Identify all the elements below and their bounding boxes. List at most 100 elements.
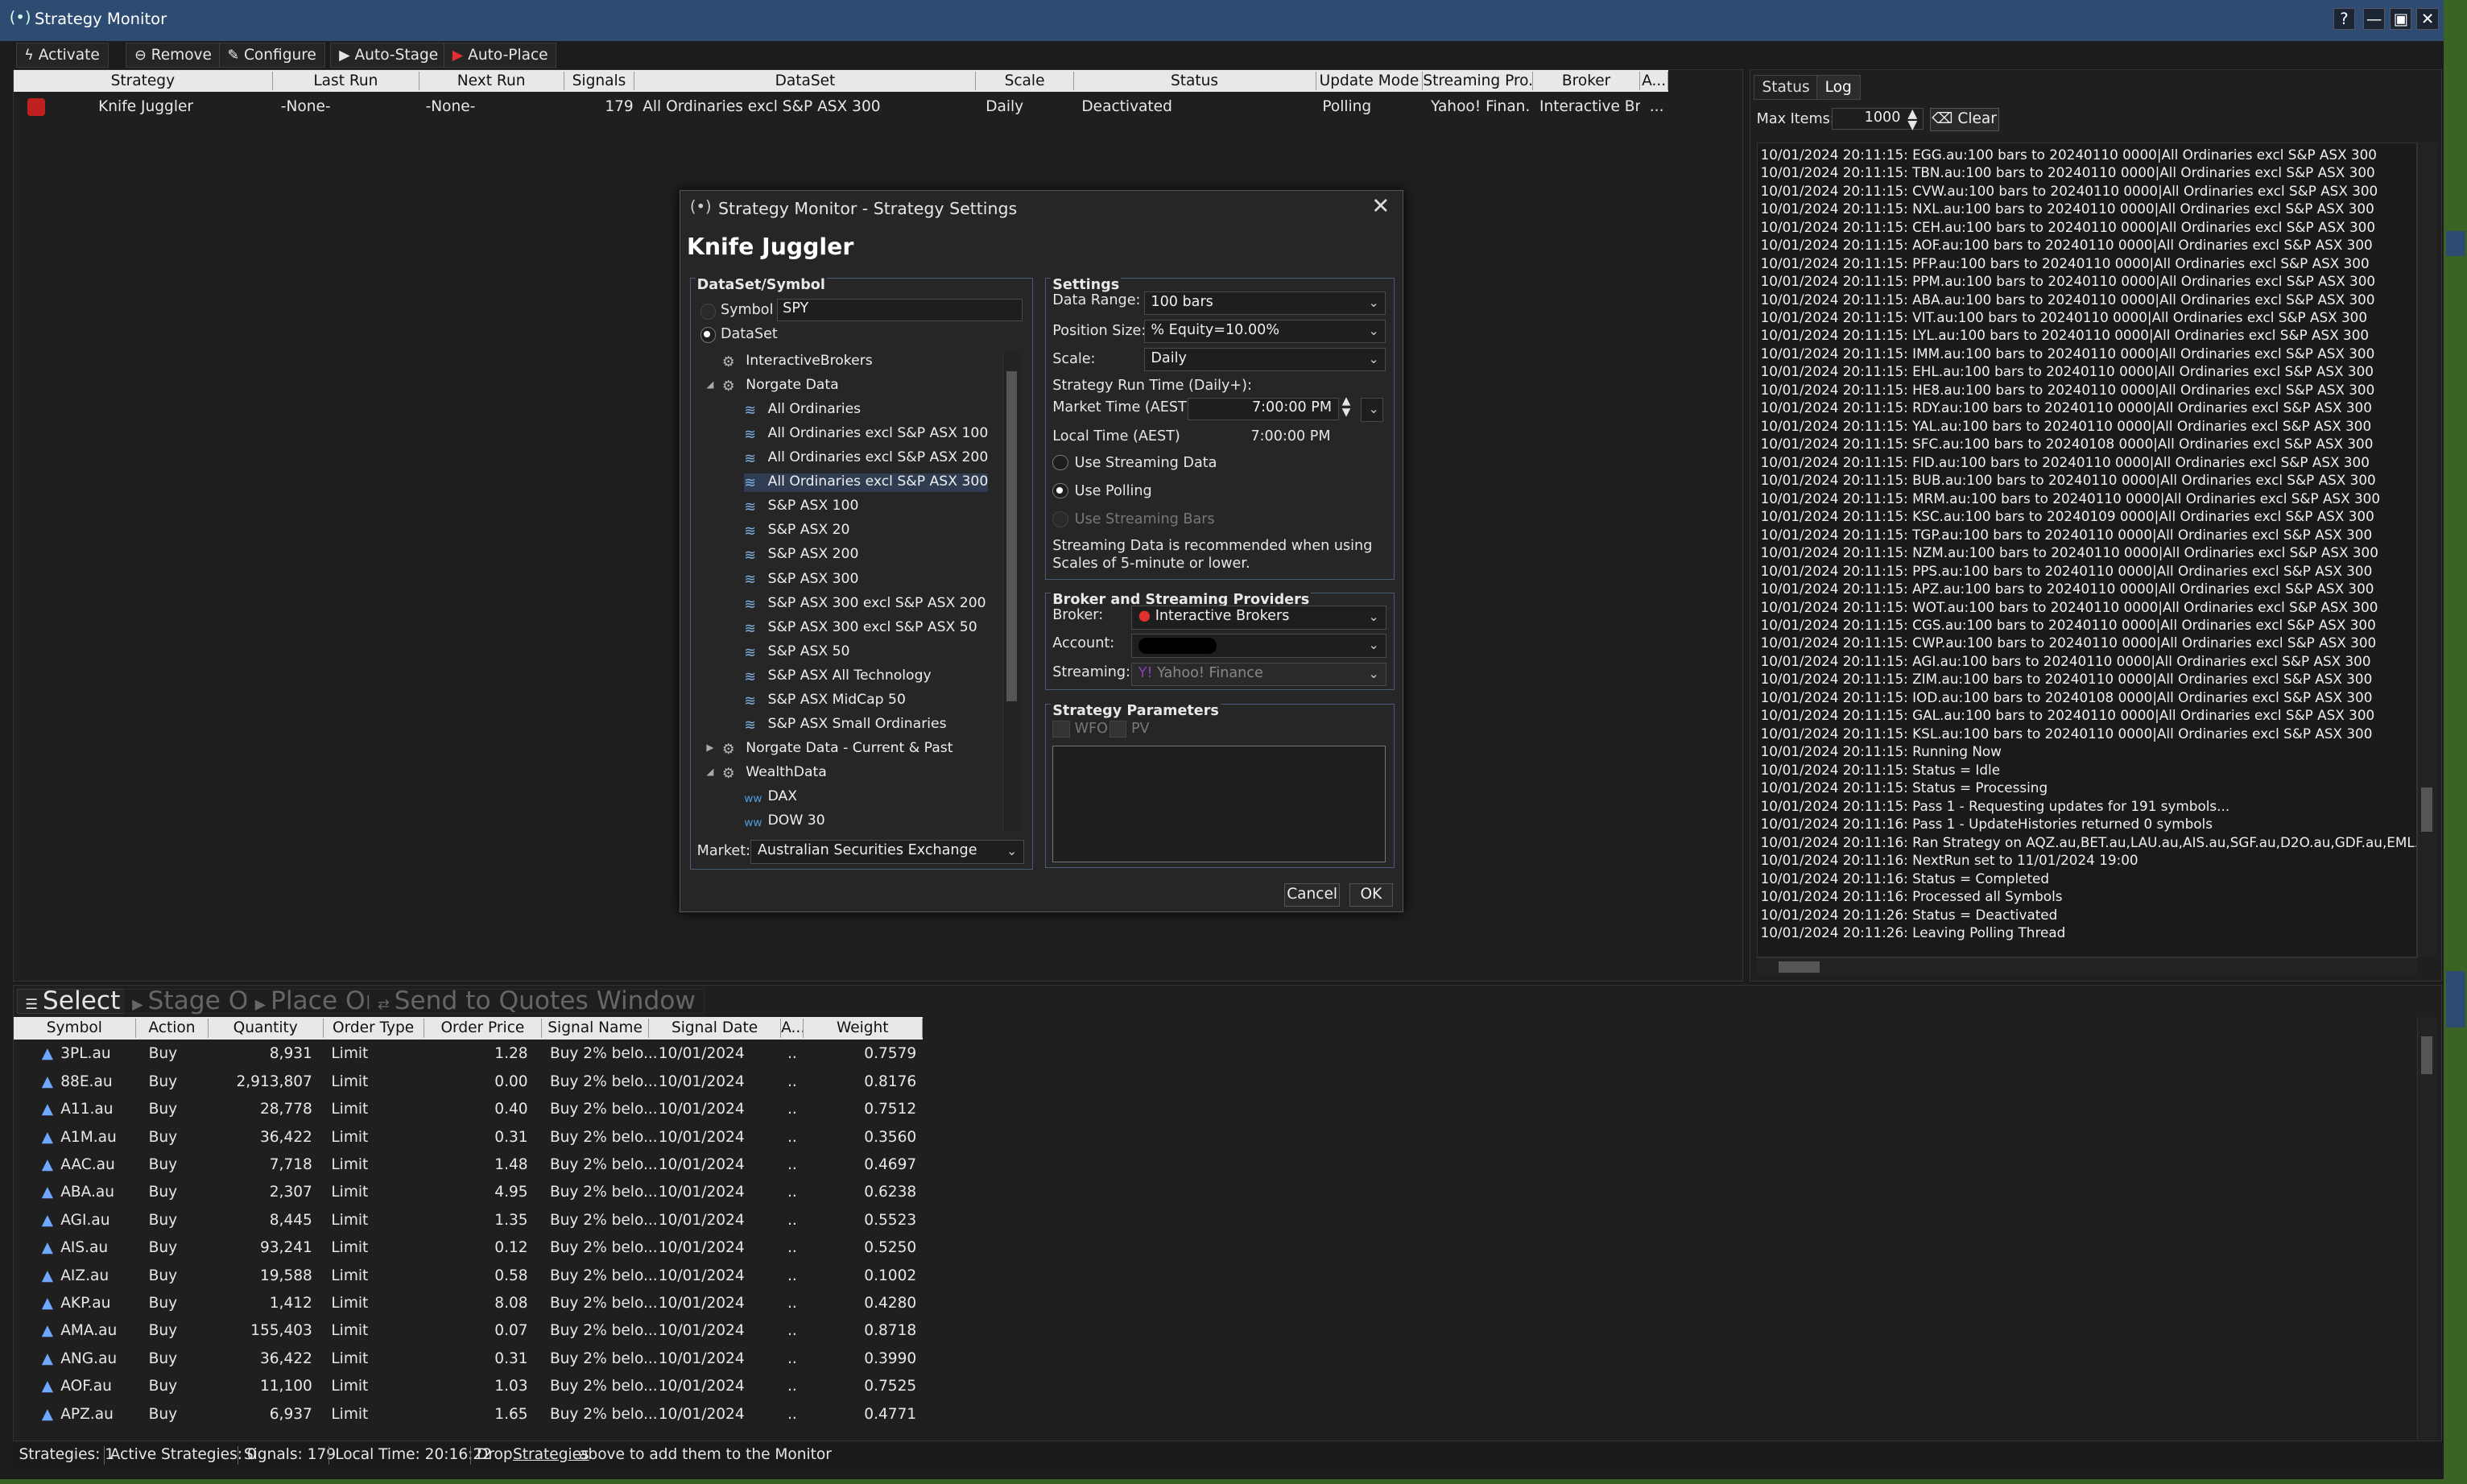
col-signals[interactable]: Signals <box>564 71 635 91</box>
table-row[interactable]: ▲ APZ.au Buy 6,937 Limit 1.65 Buy 2% belo... 10… <box>14 1403 2405 1429</box>
tree-item[interactable]: ≋ S&P ASX Small Ordinaries <box>744 716 946 734</box>
wfo-checkbox[interactable] <box>1052 720 1070 738</box>
table-row[interactable]: ▲ AKP.au Buy 1,412 Limit 8.08 Buy 2% belo... 10… <box>14 1292 2405 1318</box>
col-broker[interactable]: Broker <box>1533 71 1641 91</box>
close-button[interactable]: ✕ <box>2416 7 2439 31</box>
remove-button[interactable]: ⊖ Remove <box>126 42 221 68</box>
expand-icon[interactable]: ▶ <box>706 742 713 753</box>
collapse-icon[interactable]: ◢ <box>706 378 713 390</box>
parameters-box[interactable] <box>1052 746 1386 862</box>
col-signal-date[interactable]: Signal Date <box>649 1019 782 1038</box>
tree-item[interactable]: ww DOW 30 <box>744 812 824 831</box>
use-streaming-bars-radio[interactable] <box>1052 511 1068 527</box>
table-row[interactable]: ▲ AMA.au Buy 155,403 Limit 0.07 Buy 2% belo...… <box>14 1319 2405 1346</box>
broker-select[interactable]: ● Interactive Brokers ⌄ <box>1130 606 1386 630</box>
symbol-input[interactable]: SPY <box>777 299 1023 321</box>
market-time-dropdown[interactable]: ⌄ <box>1361 398 1383 422</box>
col-action[interactable]: Action <box>136 1019 209 1038</box>
table-row[interactable]: ▲ A11.au Buy 28,778 Limit 0.40 Buy 2% belo... 1… <box>14 1097 2405 1124</box>
pv-checkbox[interactable] <box>1109 720 1127 738</box>
tree-item[interactable]: ◢ ⚙ Norgate Data <box>706 377 838 395</box>
tree-item[interactable]: ww DAX <box>744 788 797 807</box>
use-streaming-radio[interactable] <box>1052 454 1068 471</box>
col-signal-name[interactable]: Signal Name <box>542 1019 650 1038</box>
tree-item[interactable]: ▶ ⚙ Norgate Data - Current & Past <box>706 740 953 758</box>
tree-item[interactable]: ≋ S&P ASX All Technology <box>744 668 931 685</box>
log-list[interactable]: 10/01/2024 20:11:15: EGG.au:100 bars to … <box>1756 142 2418 958</box>
dataset-tree[interactable]: ⚙ InteractiveBrokers ◢ ⚙ Norgate Data ≋ All Or… <box>691 349 1034 834</box>
position-size-select[interactable]: % Equity=10.00% ⌄ <box>1143 319 1386 343</box>
strategy-row[interactable]: Knife Juggler -None- -None- 179 All Ordi… <box>14 95 1697 120</box>
auto-stage-button[interactable]: ▶ Auto-Stage <box>330 42 447 68</box>
log-horizontal-scrollbar[interactable] <box>1756 957 2418 977</box>
use-polling-radio[interactable] <box>1052 482 1068 499</box>
log-hscroll-thumb[interactable] <box>1779 961 1820 973</box>
col-next-run[interactable]: Next Run <box>419 71 564 91</box>
tree-item[interactable]: ≋ S&P ASX 20 <box>744 522 849 539</box>
tree-item[interactable]: ≋ S&P ASX MidCap 50 <box>744 692 906 709</box>
table-row[interactable]: ▲ A1M.au Buy 36,422 Limit 0.31 Buy 2% belo... 1… <box>14 1126 2405 1152</box>
table-row[interactable]: ▲ AAC.au Buy 7,718 Limit 1.48 Buy 2% belo... 10… <box>14 1153 2405 1180</box>
tree-scrollbar[interactable] <box>1002 352 1022 831</box>
col-status[interactable]: Status <box>1074 71 1316 91</box>
col-scale[interactable]: Scale <box>976 71 1074 91</box>
tree-scroll-thumb[interactable] <box>1006 371 1018 702</box>
tree-item[interactable]: ≋ S&P ASX 50 <box>744 643 849 661</box>
col-weight[interactable]: Weight <box>804 1019 924 1038</box>
auto-place-button[interactable]: ▶ Auto-Place <box>444 42 557 68</box>
log-vertical-scrollbar[interactable] <box>2417 142 2436 958</box>
ok-button[interactable]: OK <box>1349 883 1394 907</box>
tree-item[interactable]: ≋ All Ordinaries <box>744 401 861 419</box>
tree-item[interactable]: ≋ S&P ASX 100 <box>744 498 858 515</box>
tree-item[interactable]: ≋ All Ordinaries excl S&P ASX 200 <box>744 449 988 467</box>
data-range-select[interactable]: 100 bars ⌄ <box>1143 291 1386 315</box>
market-select[interactable]: Australian Securities Exchange ⌄ <box>750 840 1025 864</box>
market-time-spinner[interactable]: ▲ ▼ <box>1342 396 1351 418</box>
table-row[interactable]: ▲ ANG.au Buy 36,422 Limit 0.31 Buy 2% belo... 1… <box>14 1347 2405 1374</box>
log-vscroll-thumb[interactable] <box>2421 787 2432 832</box>
scale-select[interactable]: Daily ⌄ <box>1143 347 1386 372</box>
minimize-button[interactable]: — <box>2362 7 2386 31</box>
collapse-icon[interactable]: ◢ <box>706 766 713 777</box>
tree-item[interactable]: ◢ ⚙ WealthData <box>706 764 826 782</box>
help-button[interactable]: ? <box>2333 7 2356 31</box>
dataset-radio[interactable] <box>700 327 717 343</box>
table-row[interactable]: ▲ AGI.au Buy 8,445 Limit 1.35 Buy 2% belo... 10… <box>14 1209 2405 1235</box>
activate-button[interactable]: ϟ Activate <box>15 42 109 68</box>
table-row[interactable]: ▲ 3PL.au Buy 8,931 Limit 1.28 Buy 2% belo... 10… <box>14 1043 2405 1069</box>
col-strategy[interactable]: Strategy <box>14 71 274 91</box>
table-row[interactable]: ▲ 88E.au Buy 2,913,807 Limit 0.00 Buy 2% belo.… <box>14 1070 2405 1097</box>
symbol-radio[interactable] <box>700 304 717 320</box>
orders-vertical-scrollbar[interactable] <box>2417 1017 2436 1439</box>
tree-item[interactable]: ⚙ InteractiveBrokers <box>722 353 873 370</box>
cancel-button[interactable]: Cancel <box>1284 883 1340 907</box>
dialog-close-icon[interactable]: ✕ <box>1371 194 1390 219</box>
tree-item[interactable]: ≋ S&P ASX 300 excl S&P ASX 50 <box>744 619 977 637</box>
table-row[interactable]: ▲ ABA.au Buy 2,307 Limit 4.95 Buy 2% belo... 10… <box>14 1180 2405 1207</box>
col-update-mode[interactable]: Update Mode <box>1316 71 1424 91</box>
col-a[interactable]: A... <box>781 1019 804 1038</box>
market-time-input[interactable]: 7:00:00 PM <box>1188 398 1339 420</box>
account-select[interactable]: ⌄ <box>1130 634 1386 658</box>
tab-log[interactable]: Log <box>1816 74 1861 101</box>
table-row[interactable]: ▲ AOF.au Buy 11,100 Limit 1.03 Buy 2% belo... 1… <box>14 1374 2405 1401</box>
col-last-run[interactable]: Last Run <box>273 71 419 91</box>
send-to-quotes-button[interactable]: ⇄ Send to Quotes Window <box>369 988 705 1015</box>
tab-status[interactable]: Status <box>1753 74 1819 101</box>
strategies-link[interactable]: Strategies <box>513 1446 589 1463</box>
streaming-select[interactable]: Y! Yahoo! Finance ⌄ <box>1130 662 1386 686</box>
clear-button[interactable]: ⌫ Clear <box>1929 107 1999 132</box>
table-row[interactable]: ▲ AIS.au Buy 93,241 Limit 0.12 Buy 2% belo... 1… <box>14 1236 2405 1263</box>
col-order-price[interactable]: Order Price <box>424 1019 543 1038</box>
tree-item[interactable]: ≋ All Ordinaries excl S&P ASX 300 <box>744 473 989 492</box>
tree-item[interactable]: ≋ S&P ASX 300 <box>744 571 858 589</box>
table-row[interactable]: ▲ AIZ.au Buy 19,588 Limit 0.58 Buy 2% belo... 1… <box>14 1264 2405 1291</box>
col-order-type[interactable]: Order Type <box>324 1019 424 1038</box>
col-streaming[interactable]: Streaming Pro... <box>1423 71 1534 91</box>
col-quantity[interactable]: Quantity <box>209 1019 324 1038</box>
maximize-button[interactable]: ▣ <box>2390 7 2412 31</box>
configure-button[interactable]: ✎ Configure <box>218 42 325 68</box>
orders-vscroll-thumb[interactable] <box>2421 1035 2432 1074</box>
max-items-spinner[interactable]: ▲ ▼ <box>1907 107 1917 130</box>
tree-item[interactable]: ≋ S&P ASX 300 excl S&P ASX 200 <box>744 595 986 613</box>
